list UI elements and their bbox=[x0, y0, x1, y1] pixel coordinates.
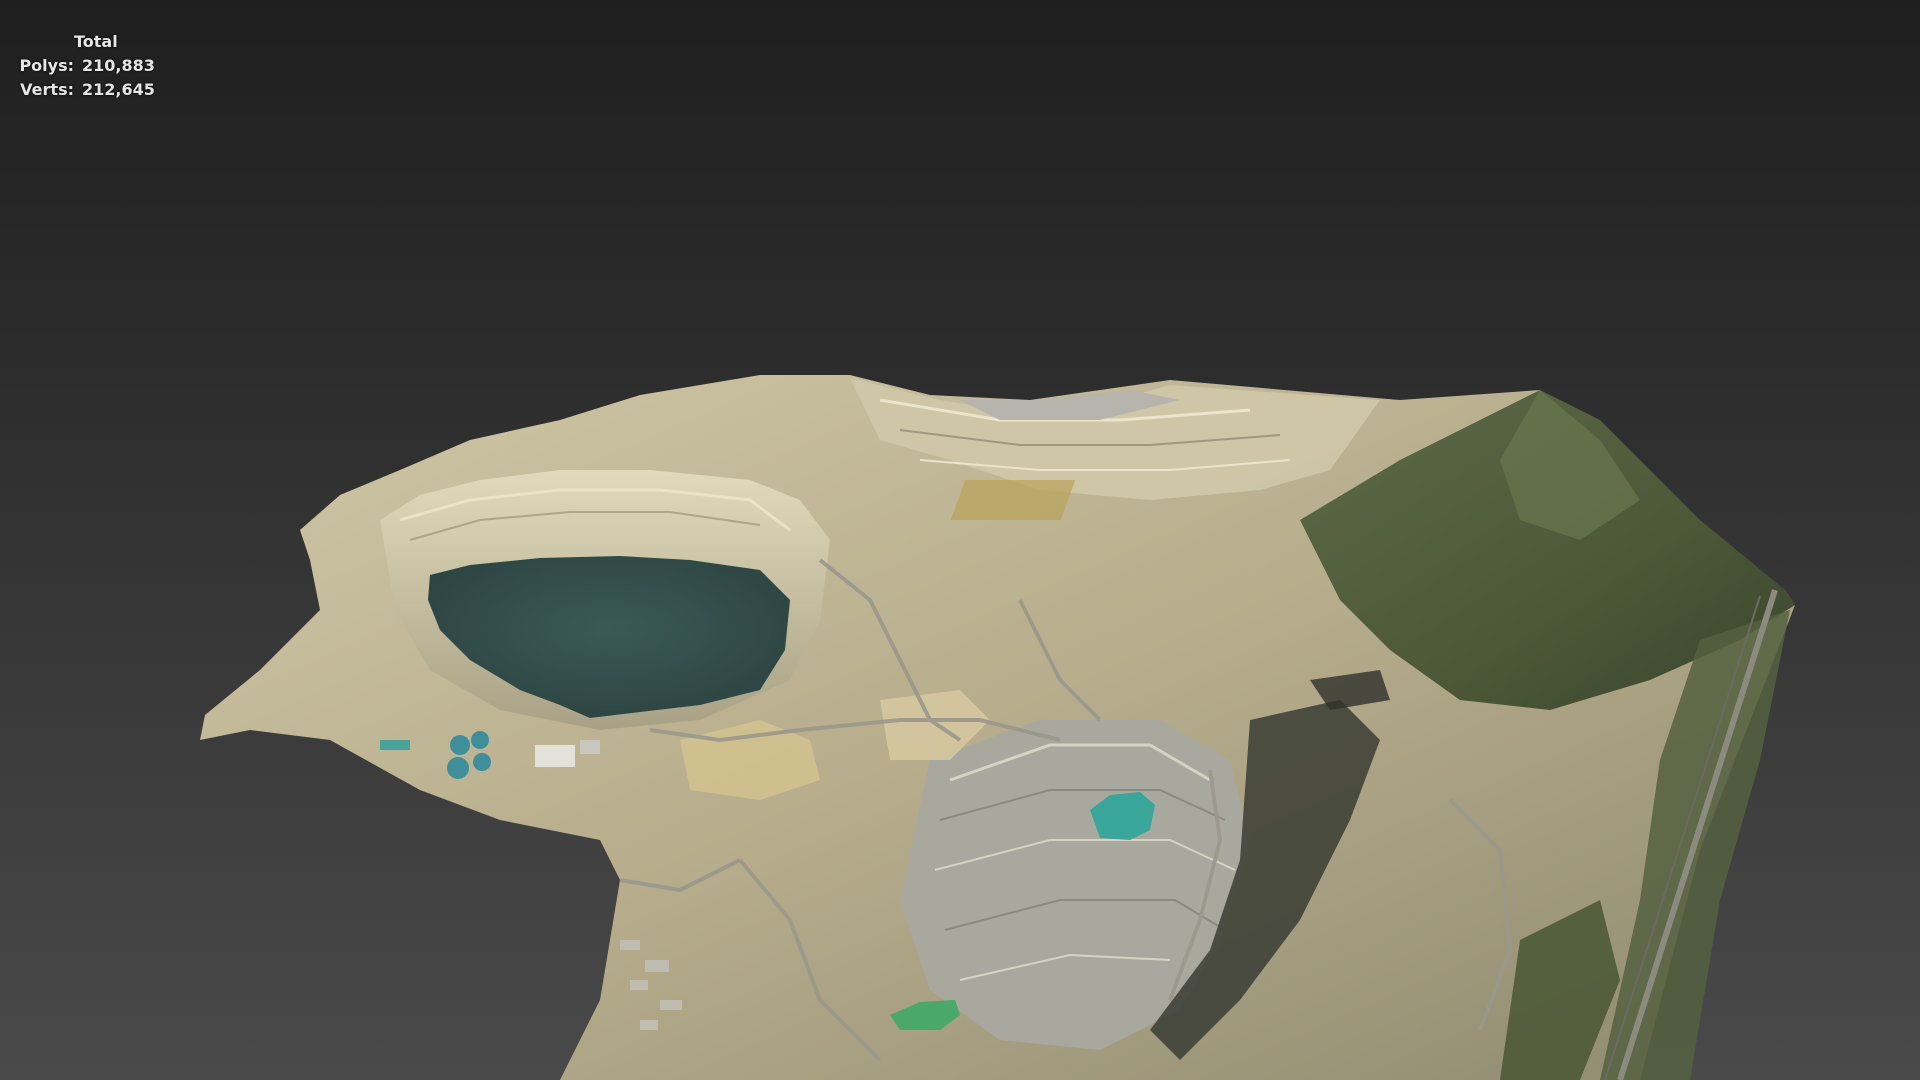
stats-title: Total bbox=[74, 32, 118, 51]
terrain-model[interactable] bbox=[0, 0, 1920, 1080]
verts-row: Verts: 212,645 bbox=[14, 78, 155, 102]
leach-pad bbox=[950, 480, 1076, 520]
scene-statistics: Total Polys: 210,883 Verts: 212,645 bbox=[14, 30, 155, 102]
3d-viewport[interactable]: Total Polys: 210,883 Verts: 212,645 bbox=[0, 0, 1920, 1080]
polys-value: 210,883 bbox=[82, 56, 155, 75]
polys-row: Polys: 210,883 bbox=[14, 54, 155, 78]
polys-label: Polys: bbox=[19, 56, 74, 75]
verts-label: Verts: bbox=[20, 80, 74, 99]
verts-value: 212,645 bbox=[82, 80, 155, 99]
